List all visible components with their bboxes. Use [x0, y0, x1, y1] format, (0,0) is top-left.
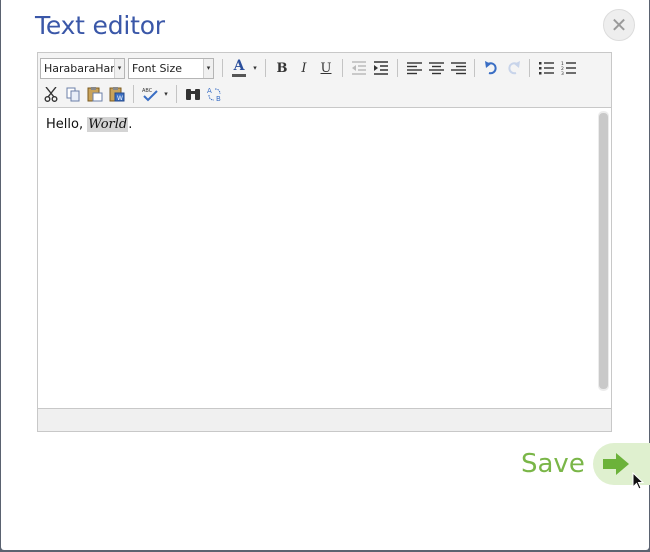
paste-special-icon: W: [109, 87, 125, 102]
align-right-button[interactable]: [447, 57, 469, 79]
undo-button[interactable]: [480, 57, 502, 79]
toolbar-separator: [397, 59, 398, 77]
svg-text:A: A: [207, 87, 212, 95]
save-area: Save: [521, 442, 650, 486]
text-editor-dialog: Text editor ✕ HarabaraHand ▾ Font Size ▾…: [1, 0, 650, 550]
numbered-list-button[interactable]: 123: [557, 57, 579, 79]
redo-icon: [507, 61, 520, 75]
italic-button[interactable]: I: [293, 57, 315, 79]
undo-icon: [484, 61, 497, 75]
dialog-title: Text editor: [35, 11, 165, 40]
font-color-button[interactable]: A: [228, 57, 250, 79]
copy-button[interactable]: [62, 83, 84, 105]
font-family-select[interactable]: HarabaraHand ▾: [40, 57, 125, 79]
chevron-down-icon: ▾: [203, 58, 213, 78]
save-label[interactable]: Save: [521, 449, 585, 479]
font-color-icon: A: [233, 58, 245, 74]
font-size-select[interactable]: Font Size ▾: [128, 57, 214, 79]
bullet-list-button[interactable]: [535, 57, 557, 79]
find-button[interactable]: [182, 83, 204, 105]
replace-icon: AB: [207, 87, 221, 102]
toolbar-separator: [133, 85, 134, 103]
editor-status-bar: [38, 408, 611, 431]
cut-button[interactable]: [40, 83, 62, 105]
mouse-cursor-icon: [632, 472, 644, 490]
spellcheck-icon: ABC: [142, 88, 158, 101]
toolbar-separator: [529, 59, 530, 77]
font-color-dropdown-button[interactable]: ▾: [250, 57, 260, 79]
spellcheck-dropdown-button[interactable]: ▾: [161, 83, 171, 105]
outdent-icon: [352, 61, 366, 75]
close-icon: ✕: [610, 13, 628, 37]
align-center-icon: [428, 61, 444, 74]
toolbar-separator: [222, 59, 223, 77]
replace-button[interactable]: AB: [204, 83, 226, 105]
paste-button[interactable]: [84, 83, 106, 105]
align-right-icon: [450, 61, 466, 74]
underline-button[interactable]: U: [315, 57, 337, 79]
editor-text: Hello, World.: [46, 117, 132, 132]
svg-text:W: W: [117, 95, 123, 102]
highlighted-word: World: [87, 117, 129, 132]
indent-button[interactable]: [370, 57, 392, 79]
bullet-list-icon: [538, 62, 554, 75]
paste-special-button[interactable]: W: [106, 83, 128, 105]
svg-text:ABC: ABC: [142, 88, 153, 94]
indent-icon: [374, 61, 388, 75]
svg-text:3: 3: [561, 71, 564, 75]
close-button[interactable]: ✕: [603, 9, 635, 41]
chevron-down-icon: ▾: [253, 65, 257, 72]
text-segment: .: [128, 117, 133, 132]
binoculars-icon: [186, 89, 200, 100]
align-left-icon: [406, 61, 422, 74]
toolbar-separator: [342, 59, 343, 77]
bold-button[interactable]: B: [271, 57, 293, 79]
editor-content-area[interactable]: Hello, World.: [38, 107, 611, 409]
font-family-value: HarabaraHand: [44, 61, 114, 75]
numbered-list-icon: 123: [561, 61, 576, 75]
align-center-button[interactable]: [425, 57, 447, 79]
font-size-value: Font Size: [132, 61, 183, 75]
chevron-down-icon: ▾: [114, 58, 124, 78]
chevron-down-icon: ▾: [164, 91, 168, 98]
align-left-button[interactable]: [403, 57, 425, 79]
spellcheck-button[interactable]: ABC: [139, 83, 161, 105]
rich-text-editor: HarabaraHand ▾ Font Size ▾ A ▾ B I U: [37, 52, 612, 432]
redo-button[interactable]: [502, 57, 524, 79]
paste-icon: [87, 87, 103, 102]
toolbar-separator: [176, 85, 177, 103]
toolbar-separator: [474, 59, 475, 77]
arrow-right-icon: [602, 453, 629, 475]
text-segment: Hello,: [46, 117, 88, 132]
svg-text:B: B: [216, 95, 221, 102]
toolbar-separator: [265, 59, 266, 77]
toolbar-row-editing: W ABC ▾ AB: [40, 82, 226, 106]
scrollbar-thumb[interactable]: [599, 113, 608, 389]
scissors-icon: [44, 86, 58, 102]
copy-icon: [66, 87, 79, 101]
outdent-button[interactable]: [348, 57, 370, 79]
toolbar-row-formatting: HarabaraHand ▾ Font Size ▾ A ▾ B I U: [40, 56, 579, 80]
vertical-scrollbar[interactable]: [598, 111, 609, 391]
